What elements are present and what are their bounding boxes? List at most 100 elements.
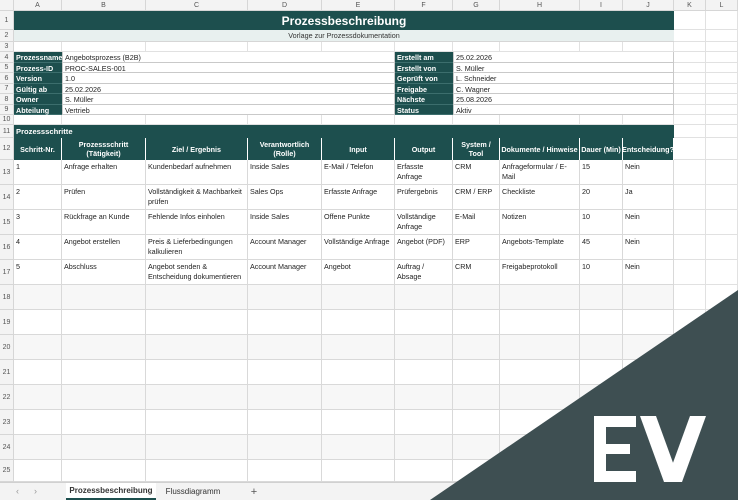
grid-cell[interactable]	[706, 460, 738, 482]
meta-value-field[interactable]: C. Wagner	[453, 84, 674, 94]
empty-table-cell[interactable]	[14, 310, 62, 335]
grid-cell[interactable]	[706, 435, 738, 460]
table-cell[interactable]: Vollständige Anfrage	[322, 235, 395, 260]
grid-cell[interactable]	[674, 94, 706, 105]
column-header[interactable]: K	[674, 0, 706, 11]
empty-table-cell[interactable]	[14, 285, 62, 310]
row-header[interactable]: 8	[0, 94, 14, 105]
empty-table-cell[interactable]	[580, 285, 623, 310]
column-header[interactable]: J	[623, 0, 674, 11]
column-header[interactable]: C	[146, 0, 248, 11]
meta-value-field[interactable]: L. Schneider	[453, 73, 674, 84]
grid-cell[interactable]	[706, 410, 738, 435]
meta-value-field[interactable]: Angebotsprozess (B2B)	[62, 52, 395, 63]
empty-table-cell[interactable]	[395, 360, 453, 385]
empty-table-cell[interactable]	[623, 310, 674, 335]
grid-cell[interactable]	[706, 138, 738, 160]
grid-cell[interactable]	[453, 42, 500, 52]
column-header[interactable]: H	[500, 0, 580, 11]
table-cell[interactable]: Angebots-Template	[500, 235, 580, 260]
grid-cell[interactable]	[623, 115, 674, 125]
empty-table-cell[interactable]	[623, 285, 674, 310]
empty-table-cell[interactable]	[453, 335, 500, 360]
row-header[interactable]: 24	[0, 435, 14, 460]
grid-cell[interactable]	[674, 435, 706, 460]
grid-cell[interactable]	[674, 285, 706, 310]
row-header[interactable]: 9	[0, 105, 14, 115]
table-cell[interactable]: Offene Punkte	[322, 210, 395, 235]
meta-value-field[interactable]: 1.0	[62, 73, 395, 84]
empty-table-cell[interactable]	[62, 335, 146, 360]
empty-table-cell[interactable]	[322, 335, 395, 360]
table-cell[interactable]: 2	[14, 185, 62, 210]
grid-cell[interactable]	[248, 42, 322, 52]
empty-table-cell[interactable]	[248, 435, 322, 460]
meta-value-field[interactable]: Aktiv	[453, 105, 674, 115]
empty-table-cell[interactable]	[14, 410, 62, 435]
empty-table-cell[interactable]	[500, 310, 580, 335]
row-header[interactable]: 13	[0, 160, 14, 185]
table-cell[interactable]: Freigabeprotokoll	[500, 260, 580, 285]
meta-value-field[interactable]: 25.02.2026	[453, 52, 674, 63]
empty-table-cell[interactable]	[395, 460, 453, 482]
row-header[interactable]: 2	[0, 30, 14, 42]
empty-table-cell[interactable]	[14, 360, 62, 385]
empty-table-cell[interactable]	[395, 285, 453, 310]
grid-cell[interactable]	[146, 115, 248, 125]
grid-cell[interactable]	[623, 42, 674, 52]
empty-table-cell[interactable]	[500, 285, 580, 310]
row-header[interactable]: 3	[0, 42, 14, 52]
grid-cell[interactable]	[706, 115, 738, 125]
empty-table-cell[interactable]	[322, 435, 395, 460]
meta-value-field[interactable]: Vertrieb	[62, 105, 395, 115]
grid-cell[interactable]	[706, 160, 738, 185]
row-header[interactable]: 12	[0, 138, 14, 160]
empty-table-cell[interactable]	[14, 460, 62, 482]
grid-cell[interactable]	[674, 210, 706, 235]
empty-table-cell[interactable]	[322, 460, 395, 482]
table-cell[interactable]: 10	[580, 260, 623, 285]
grid-cell[interactable]	[146, 42, 248, 52]
empty-table-cell[interactable]	[580, 435, 623, 460]
empty-table-cell[interactable]	[395, 310, 453, 335]
spreadsheet-grid[interactable]: A B C D E F G H I J K L 1 2 3 4 5 6 7 8 9 10 11 12 13 14 15 16 17 18 1…	[0, 0, 738, 482]
empty-table-cell[interactable]	[395, 410, 453, 435]
grid-cell[interactable]	[674, 260, 706, 285]
table-cell[interactable]: Erfasste Anfrage	[395, 160, 453, 185]
empty-table-cell[interactable]	[322, 310, 395, 335]
empty-table-cell[interactable]	[580, 360, 623, 385]
grid-cell[interactable]	[706, 73, 738, 84]
empty-table-cell[interactable]	[623, 435, 674, 460]
column-header[interactable]: A	[14, 0, 62, 11]
table-cell[interactable]: Anfrageformular / E-Mail	[500, 160, 580, 185]
grid-cell[interactable]	[674, 52, 706, 63]
row-header[interactable]: 16	[0, 235, 14, 260]
empty-table-cell[interactable]	[453, 410, 500, 435]
empty-table-cell[interactable]	[623, 335, 674, 360]
grid-cell[interactable]	[395, 115, 453, 125]
grid-cell[interactable]	[706, 94, 738, 105]
table-cell[interactable]: Notizen	[500, 210, 580, 235]
grid-cell[interactable]	[706, 105, 738, 115]
row-header[interactable]: 18	[0, 285, 14, 310]
empty-table-cell[interactable]	[146, 285, 248, 310]
empty-table-cell[interactable]	[146, 410, 248, 435]
empty-table-cell[interactable]	[453, 310, 500, 335]
empty-table-cell[interactable]	[248, 310, 322, 335]
empty-table-cell[interactable]	[14, 335, 62, 360]
empty-table-cell[interactable]	[580, 310, 623, 335]
select-all-corner[interactable]	[0, 0, 14, 11]
grid-cell[interactable]	[706, 235, 738, 260]
grid-cell[interactable]	[674, 105, 706, 115]
table-cell[interactable]: 1	[14, 160, 62, 185]
table-cell[interactable]: Angebot (PDF)	[395, 235, 453, 260]
empty-table-cell[interactable]	[62, 285, 146, 310]
table-cell[interactable]: Auftrag / Absage	[395, 260, 453, 285]
empty-table-cell[interactable]	[248, 410, 322, 435]
empty-table-cell[interactable]	[62, 360, 146, 385]
empty-table-cell[interactable]	[580, 460, 623, 482]
table-cell[interactable]: Sales Ops	[248, 185, 322, 210]
grid-cell[interactable]	[706, 52, 738, 63]
empty-table-cell[interactable]	[248, 285, 322, 310]
table-cell[interactable]: E-Mail / Telefon	[322, 160, 395, 185]
